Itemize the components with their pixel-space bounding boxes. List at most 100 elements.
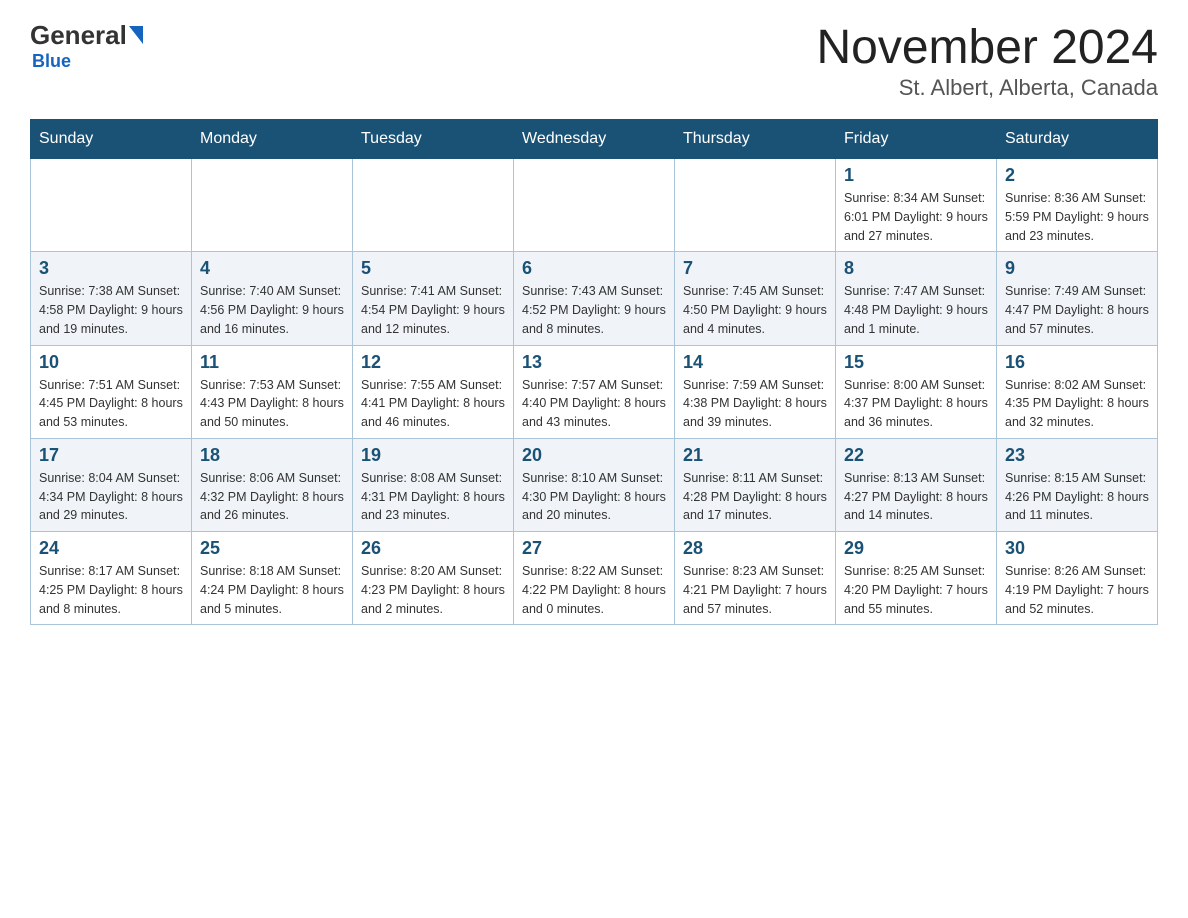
weekday-header-friday: Friday [836, 120, 997, 159]
calendar-cell: 24 Sunrise: 8:17 AM Sunset: 4:25 PM Dayli… [31, 532, 192, 625]
day-number: 22 [844, 445, 988, 466]
location-subtitle: St. Albert, Alberta, Canada [816, 75, 1158, 101]
day-number: 21 [683, 445, 827, 466]
day-info: Sunrise: 7:47 AM Sunset: 4:48 PM Dayligh… [844, 282, 988, 338]
calendar-cell [675, 159, 836, 252]
day-info: Sunrise: 8:17 AM Sunset: 4:25 PM Dayligh… [39, 562, 183, 618]
day-number: 7 [683, 258, 827, 279]
calendar-cell: 5 Sunrise: 7:41 AM Sunset: 4:54 PM Daylig… [353, 252, 514, 345]
calendar-cell [192, 159, 353, 252]
calendar-cell: 8 Sunrise: 7:47 AM Sunset: 4:48 PM Daylig… [836, 252, 997, 345]
logo: General Blue [30, 20, 143, 72]
day-info: Sunrise: 8:15 AM Sunset: 4:26 PM Dayligh… [1005, 469, 1149, 525]
calendar-cell: 10 Sunrise: 7:51 AM Sunset: 4:45 PM Dayli… [31, 345, 192, 438]
calendar-cell: 22 Sunrise: 8:13 AM Sunset: 4:27 PM Dayli… [836, 438, 997, 531]
calendar-cell: 16 Sunrise: 8:02 AM Sunset: 4:35 PM Dayli… [997, 345, 1158, 438]
day-info: Sunrise: 7:41 AM Sunset: 4:54 PM Dayligh… [361, 282, 505, 338]
day-number: 23 [1005, 445, 1149, 466]
calendar-cell [353, 159, 514, 252]
calendar-week-row: 17 Sunrise: 8:04 AM Sunset: 4:34 PM Dayli… [31, 438, 1158, 531]
day-number: 12 [361, 352, 505, 373]
day-info: Sunrise: 8:08 AM Sunset: 4:31 PM Dayligh… [361, 469, 505, 525]
day-info: Sunrise: 8:06 AM Sunset: 4:32 PM Dayligh… [200, 469, 344, 525]
day-info: Sunrise: 8:26 AM Sunset: 4:19 PM Dayligh… [1005, 562, 1149, 618]
day-info: Sunrise: 8:11 AM Sunset: 4:28 PM Dayligh… [683, 469, 827, 525]
calendar-cell: 18 Sunrise: 8:06 AM Sunset: 4:32 PM Dayli… [192, 438, 353, 531]
weekday-header-saturday: Saturday [997, 120, 1158, 159]
day-number: 20 [522, 445, 666, 466]
day-number: 29 [844, 538, 988, 559]
day-number: 24 [39, 538, 183, 559]
calendar-cell: 4 Sunrise: 7:40 AM Sunset: 4:56 PM Daylig… [192, 252, 353, 345]
weekday-header-monday: Monday [192, 120, 353, 159]
logo-wordmark: General [30, 20, 143, 51]
day-info: Sunrise: 8:10 AM Sunset: 4:30 PM Dayligh… [522, 469, 666, 525]
calendar-cell: 25Sunrise: 8:18 AM Sunset: 4:24 PM Dayli… [192, 532, 353, 625]
day-info: Sunrise: 7:40 AM Sunset: 4:56 PM Dayligh… [200, 282, 344, 338]
calendar-cell: 3 Sunrise: 7:38 AM Sunset: 4:58 PM Daylig… [31, 252, 192, 345]
day-info: Sunrise: 8:25 AM Sunset: 4:20 PM Dayligh… [844, 562, 988, 618]
day-number: 2 [1005, 165, 1149, 186]
calendar-cell: 6Sunrise: 7:43 AM Sunset: 4:52 PM Daylig… [514, 252, 675, 345]
day-number: 16 [1005, 352, 1149, 373]
calendar-cell: 26 Sunrise: 8:20 AM Sunset: 4:23 PM Dayli… [353, 532, 514, 625]
calendar-cell: 12 Sunrise: 7:55 AM Sunset: 4:41 PM Dayli… [353, 345, 514, 438]
calendar-cell: 13Sunrise: 7:57 AM Sunset: 4:40 PM Dayli… [514, 345, 675, 438]
calendar-cell: 27Sunrise: 8:22 AM Sunset: 4:22 PM Dayli… [514, 532, 675, 625]
month-year-title: November 2024 [816, 20, 1158, 75]
calendar-cell: 2 Sunrise: 8:36 AM Sunset: 5:59 PM Daylig… [997, 159, 1158, 252]
calendar-cell: 19 Sunrise: 8:08 AM Sunset: 4:31 PM Dayli… [353, 438, 514, 531]
page-header: General Blue November 2024 St. Albert, A… [30, 20, 1158, 101]
day-number: 6 [522, 258, 666, 279]
day-number: 30 [1005, 538, 1149, 559]
weekday-header-row: SundayMondayTuesdayWednesdayThursdayFrid… [31, 120, 1158, 159]
day-info: Sunrise: 8:18 AM Sunset: 4:24 PM Dayligh… [200, 562, 344, 618]
day-info: Sunrise: 8:02 AM Sunset: 4:35 PM Dayligh… [1005, 376, 1149, 432]
calendar-cell: 28Sunrise: 8:23 AM Sunset: 4:21 PM Dayli… [675, 532, 836, 625]
day-number: 19 [361, 445, 505, 466]
weekday-header-wednesday: Wednesday [514, 120, 675, 159]
day-info: Sunrise: 7:55 AM Sunset: 4:41 PM Dayligh… [361, 376, 505, 432]
day-info: Sunrise: 8:13 AM Sunset: 4:27 PM Dayligh… [844, 469, 988, 525]
calendar-cell: 30 Sunrise: 8:26 AM Sunset: 4:19 PM Dayli… [997, 532, 1158, 625]
day-number: 3 [39, 258, 183, 279]
day-info: Sunrise: 7:57 AM Sunset: 4:40 PM Dayligh… [522, 376, 666, 432]
day-number: 14 [683, 352, 827, 373]
day-number: 10 [39, 352, 183, 373]
day-number: 5 [361, 258, 505, 279]
calendar-cell: 15Sunrise: 8:00 AM Sunset: 4:37 PM Dayli… [836, 345, 997, 438]
day-number: 11 [200, 352, 344, 373]
day-info: Sunrise: 8:36 AM Sunset: 5:59 PM Dayligh… [1005, 189, 1149, 245]
logo-general-text: General [30, 20, 127, 51]
calendar-cell: 23 Sunrise: 8:15 AM Sunset: 4:26 PM Dayli… [997, 438, 1158, 531]
day-number: 18 [200, 445, 344, 466]
calendar-week-row: 1Sunrise: 8:34 AM Sunset: 6:01 PM Daylig… [31, 159, 1158, 252]
day-info: Sunrise: 7:51 AM Sunset: 4:45 PM Dayligh… [39, 376, 183, 432]
calendar-cell: 29 Sunrise: 8:25 AM Sunset: 4:20 PM Dayli… [836, 532, 997, 625]
logo-blue-text: Blue [32, 51, 71, 72]
weekday-header-tuesday: Tuesday [353, 120, 514, 159]
day-info: Sunrise: 8:00 AM Sunset: 4:37 PM Dayligh… [844, 376, 988, 432]
day-info: Sunrise: 8:23 AM Sunset: 4:21 PM Dayligh… [683, 562, 827, 618]
title-block: November 2024 St. Albert, Alberta, Canad… [816, 20, 1158, 101]
day-number: 8 [844, 258, 988, 279]
calendar-week-row: 10 Sunrise: 7:51 AM Sunset: 4:45 PM Dayli… [31, 345, 1158, 438]
day-number: 26 [361, 538, 505, 559]
calendar-week-row: 3 Sunrise: 7:38 AM Sunset: 4:58 PM Daylig… [31, 252, 1158, 345]
calendar-cell: 17 Sunrise: 8:04 AM Sunset: 4:34 PM Dayli… [31, 438, 192, 531]
calendar-cell: 21 Sunrise: 8:11 AM Sunset: 4:28 PM Dayli… [675, 438, 836, 531]
weekday-header-thursday: Thursday [675, 120, 836, 159]
day-number: 17 [39, 445, 183, 466]
day-info: Sunrise: 7:49 AM Sunset: 4:47 PM Dayligh… [1005, 282, 1149, 338]
day-info: Sunrise: 7:38 AM Sunset: 4:58 PM Dayligh… [39, 282, 183, 338]
calendar-cell: 20 Sunrise: 8:10 AM Sunset: 4:30 PM Dayli… [514, 438, 675, 531]
calendar-cell: 11Sunrise: 7:53 AM Sunset: 4:43 PM Dayli… [192, 345, 353, 438]
calendar-cell: 7 Sunrise: 7:45 AM Sunset: 4:50 PM Daylig… [675, 252, 836, 345]
calendar-cell: 1Sunrise: 8:34 AM Sunset: 6:01 PM Daylig… [836, 159, 997, 252]
day-info: Sunrise: 8:20 AM Sunset: 4:23 PM Dayligh… [361, 562, 505, 618]
calendar-cell [31, 159, 192, 252]
day-info: Sunrise: 7:45 AM Sunset: 4:50 PM Dayligh… [683, 282, 827, 338]
day-info: Sunrise: 8:04 AM Sunset: 4:34 PM Dayligh… [39, 469, 183, 525]
day-number: 4 [200, 258, 344, 279]
calendar-cell [514, 159, 675, 252]
